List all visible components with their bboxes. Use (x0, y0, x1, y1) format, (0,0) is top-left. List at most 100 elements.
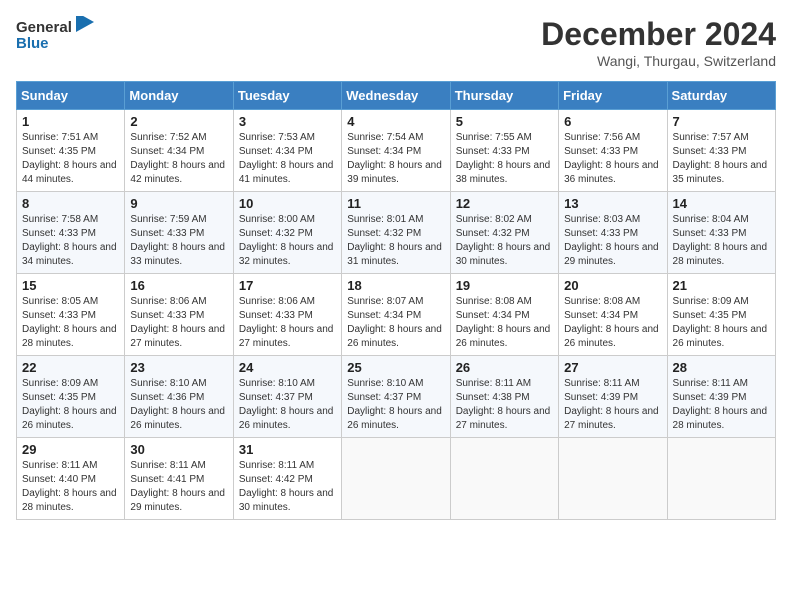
svg-text:General: General (16, 19, 72, 36)
logo-svg: General Blue (16, 16, 96, 54)
day-number: 9 (130, 196, 227, 211)
day-detail: Sunrise: 8:10 AM Sunset: 4:36 PM Dayligh… (130, 377, 227, 433)
calendar-cell: 13 Sunrise: 8:03 AM Sunset: 4:33 PM Dayl… (559, 192, 667, 274)
calendar-week-row: 8 Sunrise: 7:58 AM Sunset: 4:33 PM Dayli… (17, 192, 776, 274)
calendar-cell: 3 Sunrise: 7:53 AM Sunset: 4:34 PM Dayli… (233, 110, 341, 192)
day-detail: Sunrise: 8:06 AM Sunset: 4:33 PM Dayligh… (239, 295, 336, 351)
day-detail: Sunrise: 7:56 AM Sunset: 4:33 PM Dayligh… (564, 131, 661, 187)
calendar-week-row: 1 Sunrise: 7:51 AM Sunset: 4:35 PM Dayli… (17, 110, 776, 192)
col-sunday: Sunday (17, 82, 125, 110)
calendar-cell: 2 Sunrise: 7:52 AM Sunset: 4:34 PM Dayli… (125, 110, 233, 192)
day-number: 11 (347, 196, 444, 211)
col-friday: Friday (559, 82, 667, 110)
day-detail: Sunrise: 8:10 AM Sunset: 4:37 PM Dayligh… (239, 377, 336, 433)
day-detail: Sunrise: 8:04 AM Sunset: 4:33 PM Dayligh… (673, 213, 770, 269)
day-number: 24 (239, 360, 336, 375)
calendar-week-row: 22 Sunrise: 8:09 AM Sunset: 4:35 PM Dayl… (17, 356, 776, 438)
calendar-cell: 23 Sunrise: 8:10 AM Sunset: 4:36 PM Dayl… (125, 356, 233, 438)
day-number: 23 (130, 360, 227, 375)
day-number: 8 (22, 196, 119, 211)
calendar-cell: 9 Sunrise: 7:59 AM Sunset: 4:33 PM Dayli… (125, 192, 233, 274)
day-number: 16 (130, 278, 227, 293)
day-detail: Sunrise: 8:10 AM Sunset: 4:37 PM Dayligh… (347, 377, 444, 433)
day-detail: Sunrise: 7:51 AM Sunset: 4:35 PM Dayligh… (22, 131, 119, 187)
calendar-cell (450, 438, 558, 520)
calendar-body: 1 Sunrise: 7:51 AM Sunset: 4:35 PM Dayli… (17, 110, 776, 520)
day-detail: Sunrise: 8:11 AM Sunset: 4:40 PM Dayligh… (22, 459, 119, 515)
calendar-cell: 22 Sunrise: 8:09 AM Sunset: 4:35 PM Dayl… (17, 356, 125, 438)
calendar-cell: 19 Sunrise: 8:08 AM Sunset: 4:34 PM Dayl… (450, 274, 558, 356)
day-number: 17 (239, 278, 336, 293)
day-number: 1 (22, 114, 119, 129)
calendar-cell: 24 Sunrise: 8:10 AM Sunset: 4:37 PM Dayl… (233, 356, 341, 438)
calendar-cell: 28 Sunrise: 8:11 AM Sunset: 4:39 PM Dayl… (667, 356, 775, 438)
day-detail: Sunrise: 8:11 AM Sunset: 4:41 PM Dayligh… (130, 459, 227, 515)
calendar-cell: 16 Sunrise: 8:06 AM Sunset: 4:33 PM Dayl… (125, 274, 233, 356)
day-number: 25 (347, 360, 444, 375)
calendar-cell: 25 Sunrise: 8:10 AM Sunset: 4:37 PM Dayl… (342, 356, 450, 438)
day-detail: Sunrise: 7:54 AM Sunset: 4:34 PM Dayligh… (347, 131, 444, 187)
calendar-cell: 26 Sunrise: 8:11 AM Sunset: 4:38 PM Dayl… (450, 356, 558, 438)
day-number: 27 (564, 360, 661, 375)
day-detail: Sunrise: 8:09 AM Sunset: 4:35 PM Dayligh… (673, 295, 770, 351)
calendar-week-row: 15 Sunrise: 8:05 AM Sunset: 4:33 PM Dayl… (17, 274, 776, 356)
col-tuesday: Tuesday (233, 82, 341, 110)
day-number: 21 (673, 278, 770, 293)
location: Wangi, Thurgau, Switzerland (541, 53, 776, 69)
day-detail: Sunrise: 7:59 AM Sunset: 4:33 PM Dayligh… (130, 213, 227, 269)
day-number: 22 (22, 360, 119, 375)
day-number: 13 (564, 196, 661, 211)
day-detail: Sunrise: 8:05 AM Sunset: 4:33 PM Dayligh… (22, 295, 119, 351)
calendar-table: Sunday Monday Tuesday Wednesday Thursday… (16, 81, 776, 520)
day-number: 10 (239, 196, 336, 211)
col-thursday: Thursday (450, 82, 558, 110)
day-detail: Sunrise: 8:06 AM Sunset: 4:33 PM Dayligh… (130, 295, 227, 351)
day-number: 3 (239, 114, 336, 129)
day-detail: Sunrise: 7:53 AM Sunset: 4:34 PM Dayligh… (239, 131, 336, 187)
day-detail: Sunrise: 8:03 AM Sunset: 4:33 PM Dayligh… (564, 213, 661, 269)
day-detail: Sunrise: 8:08 AM Sunset: 4:34 PM Dayligh… (564, 295, 661, 351)
col-monday: Monday (125, 82, 233, 110)
day-detail: Sunrise: 8:00 AM Sunset: 4:32 PM Dayligh… (239, 213, 336, 269)
day-detail: Sunrise: 8:07 AM Sunset: 4:34 PM Dayligh… (347, 295, 444, 351)
day-detail: Sunrise: 7:57 AM Sunset: 4:33 PM Dayligh… (673, 131, 770, 187)
calendar-cell: 11 Sunrise: 8:01 AM Sunset: 4:32 PM Dayl… (342, 192, 450, 274)
calendar-cell: 10 Sunrise: 8:00 AM Sunset: 4:32 PM Dayl… (233, 192, 341, 274)
calendar-cell: 15 Sunrise: 8:05 AM Sunset: 4:33 PM Dayl… (17, 274, 125, 356)
calendar-cell (342, 438, 450, 520)
calendar-cell: 17 Sunrise: 8:06 AM Sunset: 4:33 PM Dayl… (233, 274, 341, 356)
day-detail: Sunrise: 7:58 AM Sunset: 4:33 PM Dayligh… (22, 213, 119, 269)
day-number: 20 (564, 278, 661, 293)
day-number: 29 (22, 442, 119, 457)
day-detail: Sunrise: 7:52 AM Sunset: 4:34 PM Dayligh… (130, 131, 227, 187)
day-detail: Sunrise: 8:01 AM Sunset: 4:32 PM Dayligh… (347, 213, 444, 269)
col-saturday: Saturday (667, 82, 775, 110)
day-detail: Sunrise: 8:02 AM Sunset: 4:32 PM Dayligh… (456, 213, 553, 269)
day-number: 30 (130, 442, 227, 457)
logo: General Blue (16, 16, 96, 54)
month-title: December 2024 (541, 16, 776, 53)
day-detail: Sunrise: 8:11 AM Sunset: 4:39 PM Dayligh… (564, 377, 661, 433)
day-number: 7 (673, 114, 770, 129)
calendar-cell: 4 Sunrise: 7:54 AM Sunset: 4:34 PM Dayli… (342, 110, 450, 192)
day-number: 12 (456, 196, 553, 211)
col-wednesday: Wednesday (342, 82, 450, 110)
calendar-cell: 18 Sunrise: 8:07 AM Sunset: 4:34 PM Dayl… (342, 274, 450, 356)
calendar-cell: 14 Sunrise: 8:04 AM Sunset: 4:33 PM Dayl… (667, 192, 775, 274)
day-detail: Sunrise: 8:11 AM Sunset: 4:42 PM Dayligh… (239, 459, 336, 515)
day-number: 5 (456, 114, 553, 129)
calendar-cell: 7 Sunrise: 7:57 AM Sunset: 4:33 PM Dayli… (667, 110, 775, 192)
calendar-cell: 29 Sunrise: 8:11 AM Sunset: 4:40 PM Dayl… (17, 438, 125, 520)
calendar-cell (667, 438, 775, 520)
calendar-cell: 27 Sunrise: 8:11 AM Sunset: 4:39 PM Dayl… (559, 356, 667, 438)
day-number: 26 (456, 360, 553, 375)
title-block: December 2024 Wangi, Thurgau, Switzerlan… (541, 16, 776, 69)
calendar-header-row: Sunday Monday Tuesday Wednesday Thursday… (17, 82, 776, 110)
day-number: 28 (673, 360, 770, 375)
calendar-cell: 1 Sunrise: 7:51 AM Sunset: 4:35 PM Dayli… (17, 110, 125, 192)
day-number: 18 (347, 278, 444, 293)
calendar-cell: 21 Sunrise: 8:09 AM Sunset: 4:35 PM Dayl… (667, 274, 775, 356)
day-detail: Sunrise: 8:09 AM Sunset: 4:35 PM Dayligh… (22, 377, 119, 433)
day-detail: Sunrise: 8:11 AM Sunset: 4:39 PM Dayligh… (673, 377, 770, 433)
day-number: 14 (673, 196, 770, 211)
